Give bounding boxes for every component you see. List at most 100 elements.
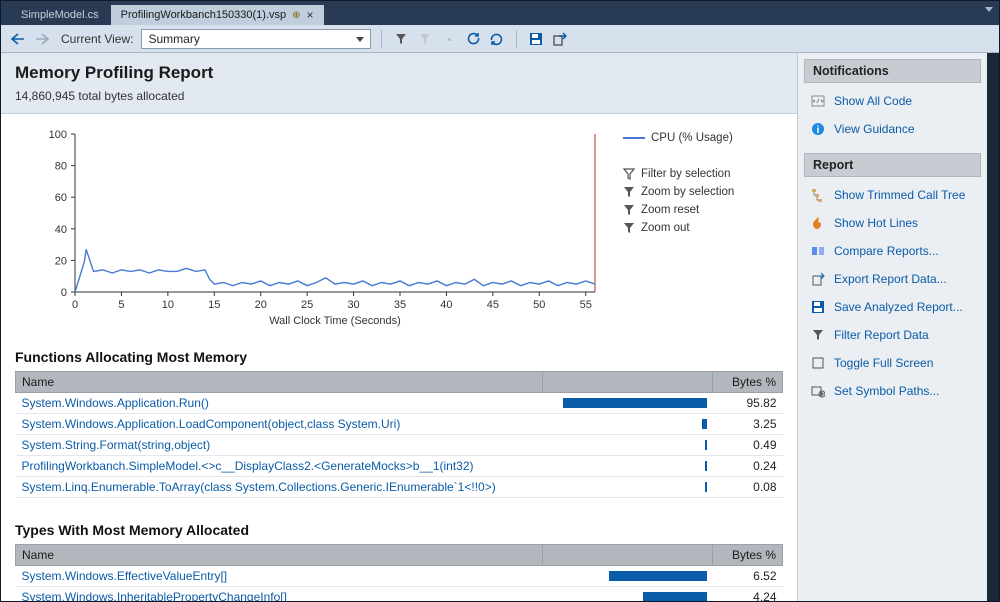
- legend-label: CPU (% Usage): [651, 132, 733, 144]
- svg-text:45: 45: [487, 299, 499, 311]
- svg-text:Wall Clock Time (Seconds): Wall Clock Time (Seconds): [269, 315, 401, 327]
- nav-back-button[interactable]: [9, 30, 27, 48]
- close-icon[interactable]: ×: [307, 9, 314, 21]
- filter-icon[interactable]: [392, 30, 410, 48]
- filter-disabled-icon: [416, 30, 434, 48]
- function-link[interactable]: ProfilingWorkbanch.SimpleModel.<>c__Disp…: [16, 456, 543, 477]
- side-action-filter-report-data[interactable]: Filter Report Data: [804, 321, 981, 349]
- side-action-view-guidance[interactable]: iView Guidance: [804, 115, 981, 143]
- svg-text:15: 15: [208, 299, 220, 311]
- types-table: Name Bytes % System.Windows.EffectiveVal…: [15, 544, 783, 601]
- side-panel: Notifications Show All CodeiView Guidanc…: [797, 53, 987, 601]
- percentage-bar: [705, 482, 707, 492]
- side-action-label: Set Symbol Paths...: [834, 384, 939, 398]
- tree-icon: [810, 187, 826, 203]
- filter-by-selection-action[interactable]: Filter by selection: [623, 168, 783, 180]
- function-link[interactable]: System.Linq.Enumerable.ToArray(class Sys…: [16, 477, 543, 498]
- report-toolbar: Current View: Summary ▪: [1, 25, 999, 53]
- report-actions-head: Report: [804, 153, 981, 177]
- percentage-bar: [705, 461, 707, 471]
- table-row: System.String.Format(string,object) 0.49: [16, 435, 783, 456]
- function-link[interactable]: System.String.Format(string,object): [16, 435, 543, 456]
- view-dropdown-value: Summary: [148, 32, 199, 46]
- side-action-save-analyzed-report[interactable]: Save Analyzed Report...: [804, 293, 981, 321]
- side-action-compare-reports[interactable]: Compare Reports...: [804, 237, 981, 265]
- side-action-label: Show Hot Lines: [834, 216, 918, 230]
- pct-value: 6.52: [713, 566, 783, 587]
- side-action-show-all-code[interactable]: Show All Code: [804, 87, 981, 115]
- col-name[interactable]: Name: [16, 545, 543, 566]
- percentage-bar: [609, 571, 707, 581]
- save-icon[interactable]: [527, 30, 545, 48]
- table-row: System.Linq.Enumerable.ToArray(class Sys…: [16, 477, 783, 498]
- flame-icon: [810, 215, 826, 231]
- save-icon: [810, 299, 826, 315]
- function-link[interactable]: System.Windows.Application.LoadComponent…: [16, 414, 543, 435]
- side-action-label: Export Report Data...: [834, 272, 947, 286]
- col-name[interactable]: Name: [16, 372, 543, 393]
- chart-legend: CPU (% Usage) Filter by selection Zoom b…: [623, 128, 783, 331]
- nav-forward-button[interactable]: [33, 30, 51, 48]
- page-title: Memory Profiling Report: [15, 63, 783, 83]
- report-header: Memory Profiling Report 14,860,945 total…: [1, 53, 797, 114]
- svg-text:35: 35: [394, 299, 406, 311]
- side-action-toggle-full-screen[interactable]: Toggle Full Screen: [804, 349, 981, 377]
- separator: [381, 30, 382, 48]
- function-link[interactable]: System.Windows.EffectiveValueEntry[]: [16, 566, 543, 587]
- funnel-icon: [810, 327, 826, 343]
- tab-label: ProfilingWorkbanch150330(1).vsp: [121, 9, 287, 21]
- view-dropdown[interactable]: Summary: [141, 29, 371, 49]
- svg-text:80: 80: [55, 161, 67, 173]
- function-link[interactable]: System.Windows.Application.Run(): [16, 393, 543, 414]
- side-action-show-trimmed-call-tree[interactable]: Show Trimmed Call Tree: [804, 181, 981, 209]
- types-section-title: Types With Most Memory Allocated: [15, 522, 783, 538]
- zoom-reset-action[interactable]: Zoom reset: [623, 204, 783, 216]
- pct-value: 0.08: [713, 477, 783, 498]
- table-row: System.Windows.InheritablePropertyChange…: [16, 587, 783, 602]
- legend-series: CPU (% Usage): [623, 132, 783, 144]
- code-icon: [810, 93, 826, 109]
- percentage-bar: [705, 440, 707, 450]
- zoom-by-selection-action[interactable]: Zoom by selection: [623, 186, 783, 198]
- info-icon: i: [810, 121, 826, 137]
- side-action-set-symbol-paths[interactable]: Set Symbol Paths...: [804, 377, 981, 405]
- side-action-export-report-data[interactable]: Export Report Data...: [804, 265, 981, 293]
- refresh-icon[interactable]: [464, 30, 482, 48]
- pin-icon[interactable]: ⊕: [292, 10, 300, 21]
- tab-overflow-icon[interactable]: [985, 7, 993, 12]
- stop-icon: ▪: [440, 30, 458, 48]
- legend-swatch: [623, 137, 645, 139]
- svg-text:10: 10: [162, 299, 174, 311]
- svg-text:60: 60: [55, 192, 67, 204]
- table-row: ProfilingWorkbanch.SimpleModel.<>c__Disp…: [16, 456, 783, 477]
- pct-value: 3.25: [713, 414, 783, 435]
- function-link[interactable]: System.Windows.InheritablePropertyChange…: [16, 587, 543, 602]
- export-icon[interactable]: [551, 30, 569, 48]
- side-action-show-hot-lines[interactable]: Show Hot Lines: [804, 209, 981, 237]
- side-action-label: Compare Reports...: [834, 244, 939, 258]
- zoom-out-action[interactable]: Zoom out: [623, 222, 783, 234]
- svg-text:20: 20: [55, 255, 67, 267]
- table-row: System.Windows.Application.Run()95.82: [16, 393, 783, 414]
- tab-simplemodel[interactable]: SimpleModel.cs: [11, 5, 109, 25]
- export-icon: [810, 271, 826, 287]
- pct-value: 4.24: [713, 587, 783, 602]
- svg-text:i: i: [817, 125, 820, 136]
- side-action-label: Show Trimmed Call Tree: [834, 188, 965, 202]
- refresh-alt-icon[interactable]: [488, 30, 506, 48]
- compare-icon: [810, 243, 826, 259]
- svg-text:40: 40: [55, 224, 67, 236]
- percentage-bar: [563, 398, 707, 408]
- side-action-label: Toggle Full Screen: [834, 356, 933, 370]
- current-view-label: Current View:: [61, 32, 133, 46]
- svg-text:5: 5: [118, 299, 124, 311]
- cpu-usage-chart[interactable]: 0204060801000510152025303540455055Wall C…: [15, 128, 605, 331]
- percentage-bar: [702, 419, 707, 429]
- content-area: Memory Profiling Report 14,860,945 total…: [1, 53, 999, 601]
- svg-text:50: 50: [533, 299, 545, 311]
- col-bytes[interactable]: Bytes %: [713, 372, 783, 393]
- tab-profiling-report[interactable]: ProfilingWorkbanch150330(1).vsp ⊕ ×: [111, 5, 324, 25]
- pct-value: 0.49: [713, 435, 783, 456]
- frame-border-right: [987, 53, 999, 601]
- col-bytes[interactable]: Bytes %: [713, 545, 783, 566]
